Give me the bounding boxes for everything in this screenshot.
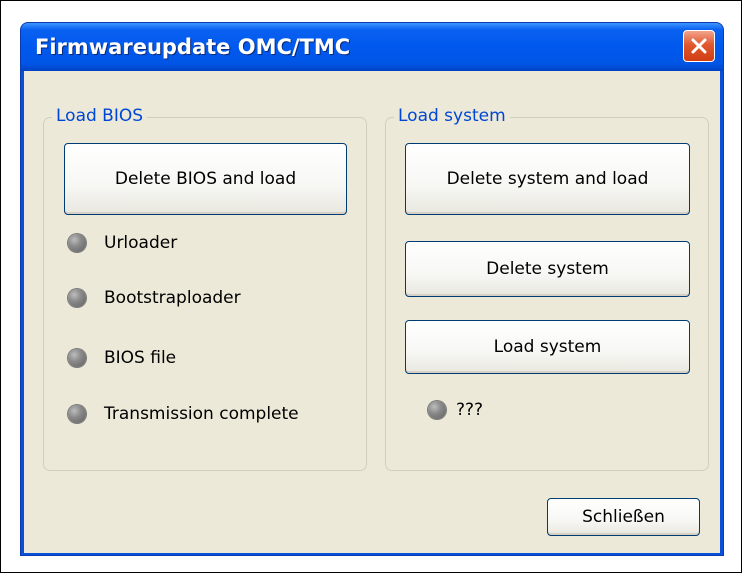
window-title: Firmwareupdate OMC/TMC [35, 35, 351, 59]
close-icon [691, 38, 707, 54]
status-led-icon [68, 405, 86, 423]
load-bios-group: Load BIOS Delete BIOS and load Urloader … [43, 106, 367, 471]
status-transmission-complete: Transmission complete [68, 401, 299, 427]
status-label: Urloader [104, 233, 178, 253]
status-led-icon [68, 349, 86, 367]
load-system-button[interactable]: Load system [405, 320, 690, 374]
close-window-button[interactable] [683, 30, 715, 62]
load-system-legend: Load system [394, 106, 510, 126]
title-bar[interactable]: Firmwareupdate OMC/TMC [21, 23, 723, 71]
delete-system-button[interactable]: Delete system [405, 241, 690, 297]
delete-system-and-load-button[interactable]: Delete system and load [405, 143, 690, 215]
status-led-icon [68, 234, 86, 252]
status-label: ??? [456, 400, 484, 420]
status-led-icon [428, 401, 446, 419]
status-label: Transmission complete [104, 404, 299, 424]
status-urloader: Urloader [68, 230, 177, 256]
status-system-unknown: ??? [428, 397, 483, 423]
load-system-group: Load system Delete system and load Delet… [385, 106, 709, 471]
status-label: BIOS file [104, 348, 177, 368]
status-bios-file: BIOS file [68, 345, 176, 371]
load-bios-legend: Load BIOS [52, 106, 148, 126]
status-label: Bootstraploader [104, 288, 241, 308]
status-bootstraploader: Bootstraploader [68, 285, 241, 311]
close-dialog-button[interactable]: Schließen [547, 498, 700, 536]
status-led-icon [68, 289, 86, 307]
dialog-client-area: Load BIOS Delete BIOS and load Urloader … [24, 71, 720, 553]
firmware-update-dialog: Firmwareupdate OMC/TMC Load BIOS Delete … [20, 22, 724, 556]
delete-bios-and-load-button[interactable]: Delete BIOS and load [64, 143, 347, 215]
